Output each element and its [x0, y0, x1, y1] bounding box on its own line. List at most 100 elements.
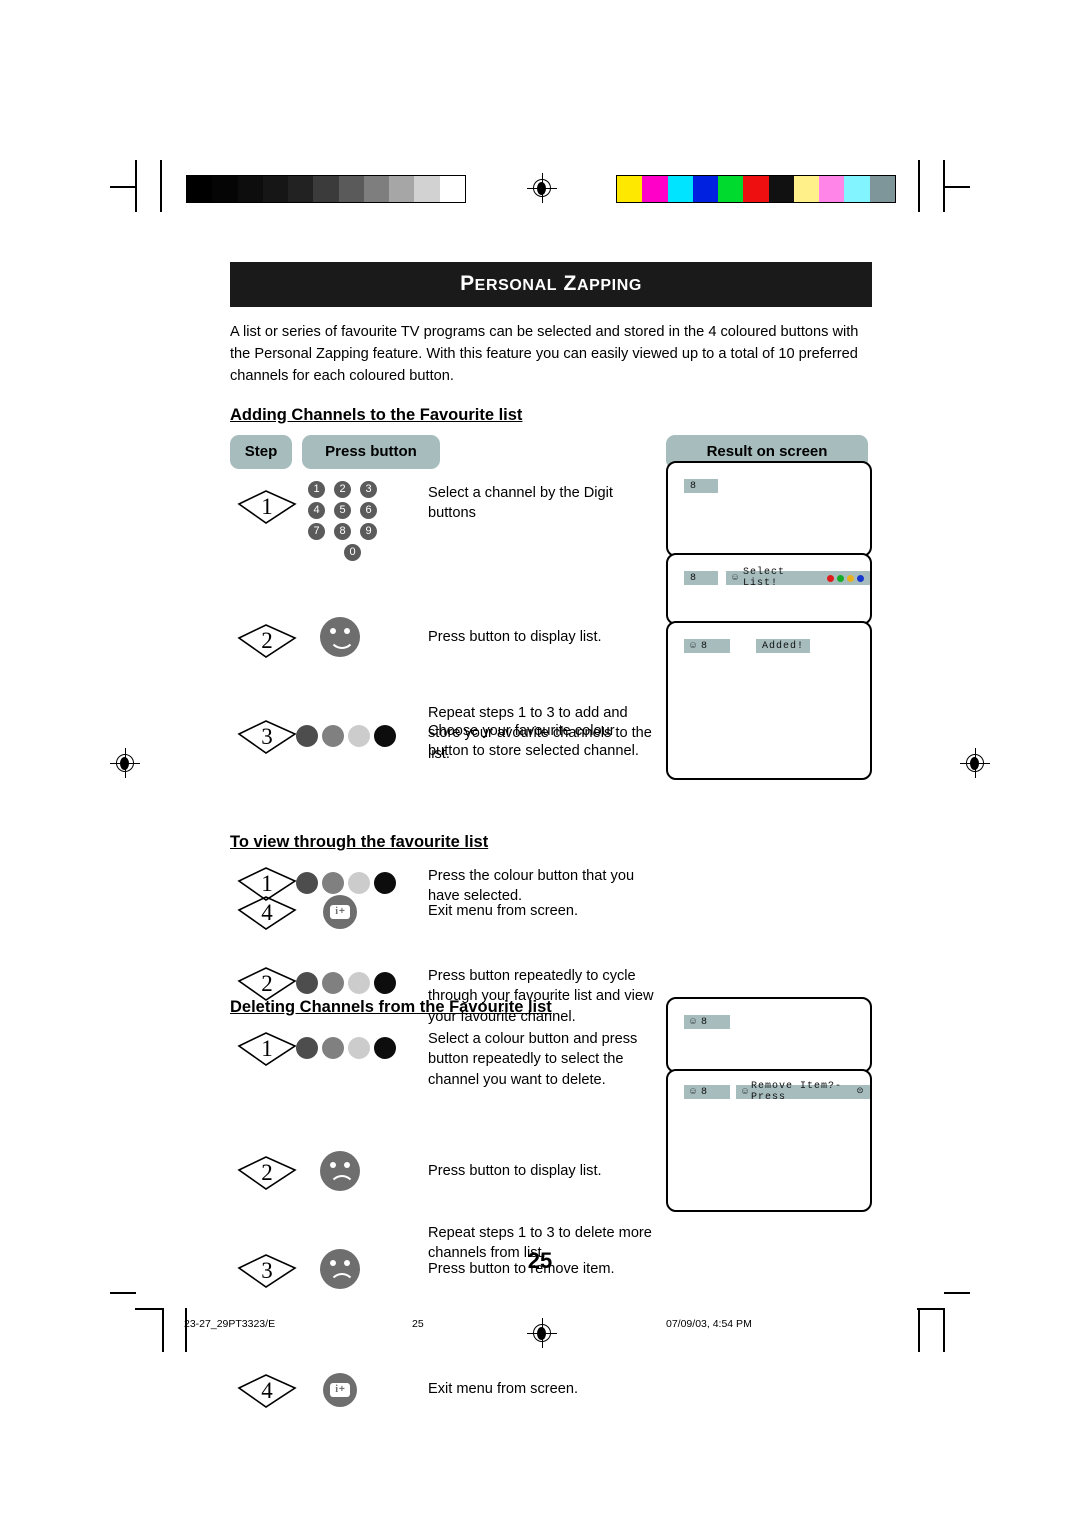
- smiley-glyph-icon: ☺: [732, 572, 740, 584]
- colour-button[interactable]: [374, 871, 396, 894]
- osd-colour-dot: [857, 574, 864, 582]
- calibration-swatch: [869, 176, 895, 202]
- colour-button[interactable]: [348, 871, 370, 894]
- digit-key[interactable]: 7: [308, 522, 325, 540]
- smiley-button-icon[interactable]: [320, 616, 360, 657]
- menu-exit-plus: +: [338, 1383, 345, 1395]
- colour-calibration-bar: [616, 175, 896, 203]
- step-description: Press button to display list.: [428, 1162, 602, 1179]
- smiley-glyph-icon: ☺: [690, 1016, 698, 1028]
- digit-key[interactable]: 6: [360, 501, 377, 519]
- step-description: Exit menu from screen.: [428, 1380, 579, 1397]
- calibration-swatch: [718, 176, 744, 202]
- osd-row: 8: [684, 479, 718, 493]
- step-diamond: 1: [236, 487, 298, 527]
- colour-button[interactable]: [322, 724, 344, 747]
- crop-mark-top-right-v: [943, 160, 945, 212]
- osd-message-chip: ☺ Select List!: [726, 567, 870, 589]
- menu-exit-button-icon[interactable]: i +: [323, 1372, 357, 1407]
- press-button-cell: [296, 1036, 411, 1059]
- calibration-swatch: [768, 176, 794, 202]
- tv-screen-result: ☺ 8 Added!: [666, 621, 872, 780]
- osd-row: ☺ 8 Added!: [684, 639, 811, 653]
- calibration-swatch: [288, 176, 314, 202]
- viewing-steps-list: 1 Press the colour button that you have …: [230, 862, 872, 1025]
- grayscale-calibration-bar: [186, 175, 466, 203]
- digit-key[interactable]: 4: [308, 501, 325, 519]
- footer-timestamp: 07/09/03, 4:54 PM: [666, 1318, 752, 1330]
- press-button-cell: [320, 1150, 435, 1191]
- colour-button[interactable]: [296, 871, 318, 894]
- calibration-swatch: [262, 176, 289, 202]
- intro-paragraph: A list or series of favourite TV program…: [230, 324, 859, 384]
- osd-channel-chip: ☺ 8: [684, 1015, 730, 1029]
- calibration-swatch: [237, 176, 263, 202]
- digit-key[interactable]: 1: [308, 480, 325, 498]
- digit-key[interactable]: 3: [360, 480, 377, 498]
- digit-key[interactable]: 0: [344, 543, 361, 561]
- page-number: 25: [527, 1248, 553, 1273]
- colour-button[interactable]: [296, 1036, 318, 1059]
- registration-mark-top-center: [527, 173, 557, 203]
- colour-button[interactable]: [374, 971, 396, 994]
- colour-button[interactable]: [296, 724, 318, 747]
- colour-button[interactable]: [296, 971, 318, 994]
- crop-mark-top-left-bar: [160, 160, 162, 212]
- calibration-swatch: [414, 176, 440, 202]
- calibration-swatch: [743, 176, 769, 202]
- registration-mark-left: [110, 748, 140, 778]
- calibration-swatch: [212, 176, 238, 202]
- header-badge-step: Step: [230, 434, 292, 469]
- digit-key[interactable]: 2: [334, 480, 351, 498]
- smiley-glyph-icon: ☺: [690, 640, 698, 652]
- colour-buttons-icon[interactable]: [296, 1036, 411, 1059]
- step-number: 1: [261, 870, 273, 896]
- calibration-swatch: [844, 176, 870, 202]
- osd-row: ☺ 8 ☺ Remove Item?- Press ☹: [684, 1081, 870, 1103]
- sad-face-button-icon[interactable]: [320, 1150, 360, 1191]
- digit-key[interactable]: 5: [334, 501, 351, 519]
- step-description: Press button repeatedly to cycle through…: [428, 967, 654, 1026]
- smiley-glyph-icon: ☺: [690, 1086, 698, 1098]
- colour-buttons-icon[interactable]: [296, 971, 411, 994]
- colour-button[interactable]: [348, 971, 370, 994]
- crop-mark-top-right-h: [944, 186, 970, 188]
- colour-button[interactable]: [322, 1036, 344, 1059]
- crop-mark-bottom-left-corner-h: [135, 1308, 163, 1310]
- colour-buttons-icon[interactable]: [296, 871, 411, 894]
- colour-button[interactable]: [374, 724, 396, 747]
- step-description: Press button to display list.: [428, 628, 602, 645]
- title-initial-z: Z: [563, 272, 577, 295]
- osd-channel-chip: 8: [684, 479, 718, 493]
- colour-button[interactable]: [348, 724, 370, 747]
- colour-button[interactable]: [322, 971, 344, 994]
- calibration-swatch: [389, 176, 415, 202]
- crop-mark-top-left-h: [110, 186, 136, 188]
- step-number: 3: [261, 723, 273, 749]
- smiley-eye-right: [344, 627, 350, 634]
- digit-key[interactable]: 8: [334, 522, 351, 540]
- osd-message-text: Remove Item?- Press: [751, 1081, 843, 1103]
- menu-exit-letter: i: [335, 1383, 338, 1395]
- colour-button[interactable]: [348, 1036, 370, 1059]
- press-button-cell: i +: [323, 1372, 438, 1407]
- footer-file-reference: 23-27_29PT3323/E: [184, 1318, 276, 1330]
- osd-row: 8 ☺ Select List!: [684, 567, 870, 589]
- colour-buttons-icon[interactable]: [296, 724, 411, 747]
- colour-button[interactable]: [374, 1036, 396, 1059]
- digit-key[interactable]: 9: [360, 522, 377, 540]
- osd-channel-number: 8: [701, 1016, 709, 1028]
- menu-exit-plate: i +: [330, 1382, 350, 1397]
- step-number: 2: [261, 970, 273, 996]
- press-button-cell: [296, 871, 411, 894]
- colour-button[interactable]: [322, 871, 344, 894]
- calibration-swatch: [313, 176, 339, 202]
- osd-channel-number: 8: [701, 640, 709, 652]
- osd-channel-number: 8: [701, 1086, 709, 1098]
- osd-message-text: Select List!: [743, 567, 786, 589]
- digit-keypad-icon[interactable]: 123 456 789 0: [308, 480, 416, 561]
- calibration-swatch: [439, 176, 465, 202]
- step-number: 1: [261, 1035, 273, 1061]
- step-description: Select a colour button and press button …: [428, 1030, 638, 1089]
- crop-mark-top-right-bar: [918, 160, 920, 212]
